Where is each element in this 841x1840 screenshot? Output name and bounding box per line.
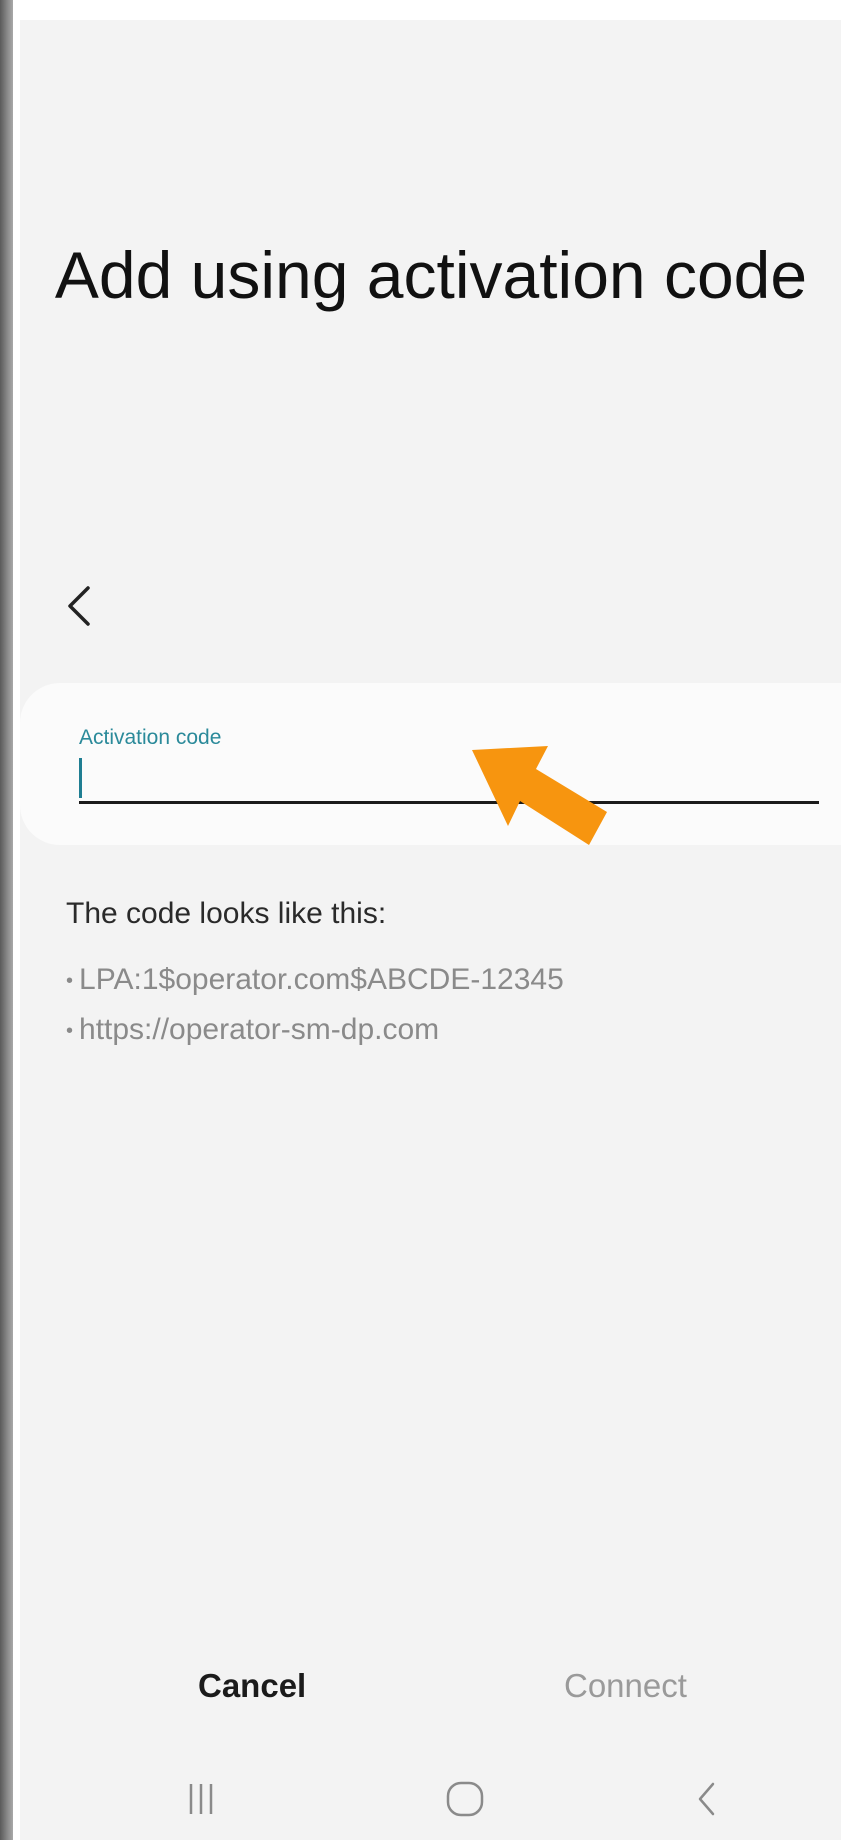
code-example-text: LPA:1$operator.com$ABCDE-12345: [79, 963, 564, 996]
back-icon: [698, 1782, 715, 1816]
code-example-text: https://operator-sm-dp.com: [79, 1013, 440, 1046]
bezel-gap: [13, 0, 20, 1840]
device-frame: Add using activation code Activation cod…: [0, 0, 841, 1840]
connect-button[interactable]: Connect: [564, 1667, 687, 1705]
back-button[interactable]: [60, 578, 104, 634]
code-example-item: • https://operator-sm-dp.com: [66, 1013, 439, 1047]
nav-recents-button[interactable]: [141, 1760, 261, 1840]
activation-code-input[interactable]: [79, 752, 819, 800]
bullet: •: [66, 969, 74, 992]
recents-icon: [189, 1784, 213, 1814]
home-icon: [446, 1781, 484, 1817]
orange-pointer-arrow-icon: [472, 746, 607, 845]
cancel-button[interactable]: Cancel: [198, 1667, 306, 1705]
nav-home-button[interactable]: [405, 1760, 525, 1840]
text-cursor: [79, 758, 82, 798]
activation-code-label: Activation code: [79, 726, 222, 749]
system-navigation-bar: [20, 1760, 841, 1840]
device-bezel: [0, 0, 13, 1840]
code-format-heading: The code looks like this:: [66, 897, 387, 930]
activation-code-underline: [79, 801, 819, 804]
page-title: Add using activation code: [54, 238, 808, 312]
code-example-item: • LPA:1$operator.com$ABCDE-12345: [66, 963, 564, 997]
bullet: •: [66, 1019, 74, 1042]
back-chevron-icon: [68, 586, 90, 626]
nav-back-button[interactable]: [646, 1760, 766, 1840]
